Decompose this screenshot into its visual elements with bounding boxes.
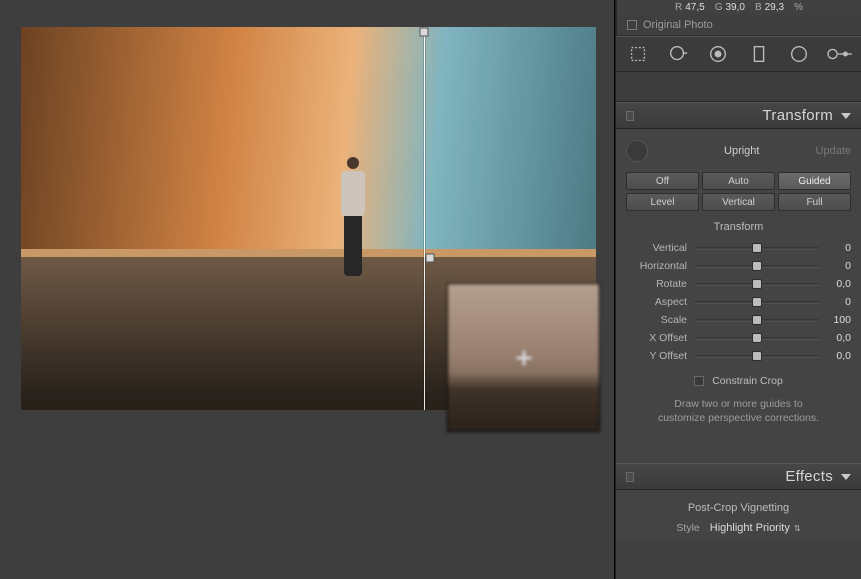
upright-level-button[interactable]: Level [626, 193, 699, 211]
slider-value: 0,0 [819, 332, 851, 344]
guide-handle-mid[interactable] [426, 254, 435, 263]
upright-update-button[interactable]: Update [816, 145, 851, 157]
constrain-crop-toggle[interactable]: Constrain Crop [626, 375, 851, 387]
slider-track[interactable] [694, 247, 819, 250]
transform-panel-header[interactable]: Transform [616, 102, 861, 129]
guide-handle-top[interactable] [419, 27, 428, 36]
slider-track[interactable] [694, 301, 819, 304]
chevron-down-icon [841, 113, 851, 119]
spot-removal-tool[interactable] [660, 39, 696, 69]
slider-thumb[interactable] [752, 351, 762, 361]
slider-value: 0 [819, 242, 851, 254]
slider-scale[interactable]: Scale 100 [626, 311, 851, 329]
slider-track[interactable] [694, 337, 819, 340]
vignette-style-label: Style [676, 522, 699, 534]
original-photo-toggle[interactable]: Original Photo [617, 14, 861, 36]
transform-title: Transform [763, 107, 834, 124]
slider-label: Rotate [626, 278, 694, 290]
slider-thumb[interactable] [752, 297, 762, 307]
loupe-preview [447, 283, 600, 432]
upright-full-button[interactable]: Full [778, 193, 851, 211]
slider-track[interactable] [694, 265, 819, 268]
slider-value: 0 [819, 296, 851, 308]
effects-panel-header[interactable]: Effects [616, 463, 861, 490]
right-panel: R47,5 G39,0 B29,3 % Original Photo [615, 0, 861, 579]
adjustment-brush-tool[interactable] [821, 39, 857, 69]
transform-subtitle: Transform [626, 221, 851, 233]
slider-label: Vertical [626, 242, 694, 254]
vignette-subtitle: Post-Crop Vignetting [626, 502, 851, 514]
upright-guided-button[interactable]: Guided [778, 172, 851, 190]
upright-auto-button[interactable]: Auto [702, 172, 775, 190]
slider-label: X Offset [626, 332, 694, 344]
slider-value: 0,0 [819, 350, 851, 362]
slider-horizontal[interactable]: Horizontal 0 [626, 257, 851, 275]
effects-title: Effects [785, 468, 833, 485]
crop-tool[interactable] [620, 39, 656, 69]
slider-label: Aspect [626, 296, 694, 308]
slider-thumb[interactable] [752, 261, 762, 271]
upright-mode-buttons: Off Auto Guided Level Vertical Full [626, 172, 851, 211]
slider-x-offset[interactable]: X Offset 0,0 [626, 329, 851, 347]
slider-y-offset[interactable]: Y Offset 0,0 [626, 347, 851, 365]
slider-track[interactable] [694, 319, 819, 322]
redeye-tool[interactable] [700, 39, 736, 69]
upright-reanalyze-button[interactable] [626, 140, 648, 162]
graduated-filter-tool[interactable] [741, 39, 777, 69]
slider-rotate[interactable]: Rotate 0,0 [626, 275, 851, 293]
slider-thumb[interactable] [752, 243, 762, 253]
crosshair-icon [516, 350, 531, 365]
chevron-down-icon [841, 474, 851, 480]
upright-off-button[interactable]: Off [626, 172, 699, 190]
panel-switch-icon[interactable] [626, 472, 634, 482]
slider-track[interactable] [694, 283, 819, 286]
upright-vertical-button[interactable]: Vertical [702, 193, 775, 211]
image-viewport[interactable] [0, 0, 615, 579]
updown-icon: ⇅ [794, 524, 801, 533]
upright-guide-line[interactable] [424, 27, 425, 410]
constrain-crop-label: Constrain Crop [712, 375, 783, 387]
slider-track[interactable] [694, 355, 819, 358]
slider-label: Horizontal [626, 260, 694, 272]
slider-value: 100 [819, 314, 851, 326]
slider-thumb[interactable] [752, 333, 762, 343]
slider-vertical[interactable]: Vertical 0 [626, 239, 851, 257]
slider-value: 0 [819, 260, 851, 272]
upright-label: Upright [668, 145, 816, 157]
slider-thumb[interactable] [752, 279, 762, 289]
slider-value: 0,0 [819, 278, 851, 290]
transform-panel-body: Upright Update Off Auto Guided Level Ver… [616, 129, 861, 439]
slider-label: Scale [626, 314, 694, 326]
panel-switch-icon[interactable] [626, 111, 634, 121]
rgb-readout: R47,5 G39,0 B29,3 % [617, 0, 861, 14]
slider-aspect[interactable]: Aspect 0 [626, 293, 851, 311]
upright-hint: Draw two or more guides to customize per… [626, 397, 851, 425]
checkbox-icon [694, 376, 704, 386]
radial-filter-tool[interactable] [781, 39, 817, 69]
checkbox-icon [627, 20, 637, 30]
effects-panel-body: Post-Crop Vignetting Style Highlight Pri… [616, 490, 861, 540]
tool-strip [616, 36, 861, 72]
slider-thumb[interactable] [752, 315, 762, 325]
vignette-style-dropdown[interactable]: Highlight Priority⇅ [710, 522, 801, 534]
original-photo-label: Original Photo [643, 19, 713, 31]
slider-label: Y Offset [626, 350, 694, 362]
